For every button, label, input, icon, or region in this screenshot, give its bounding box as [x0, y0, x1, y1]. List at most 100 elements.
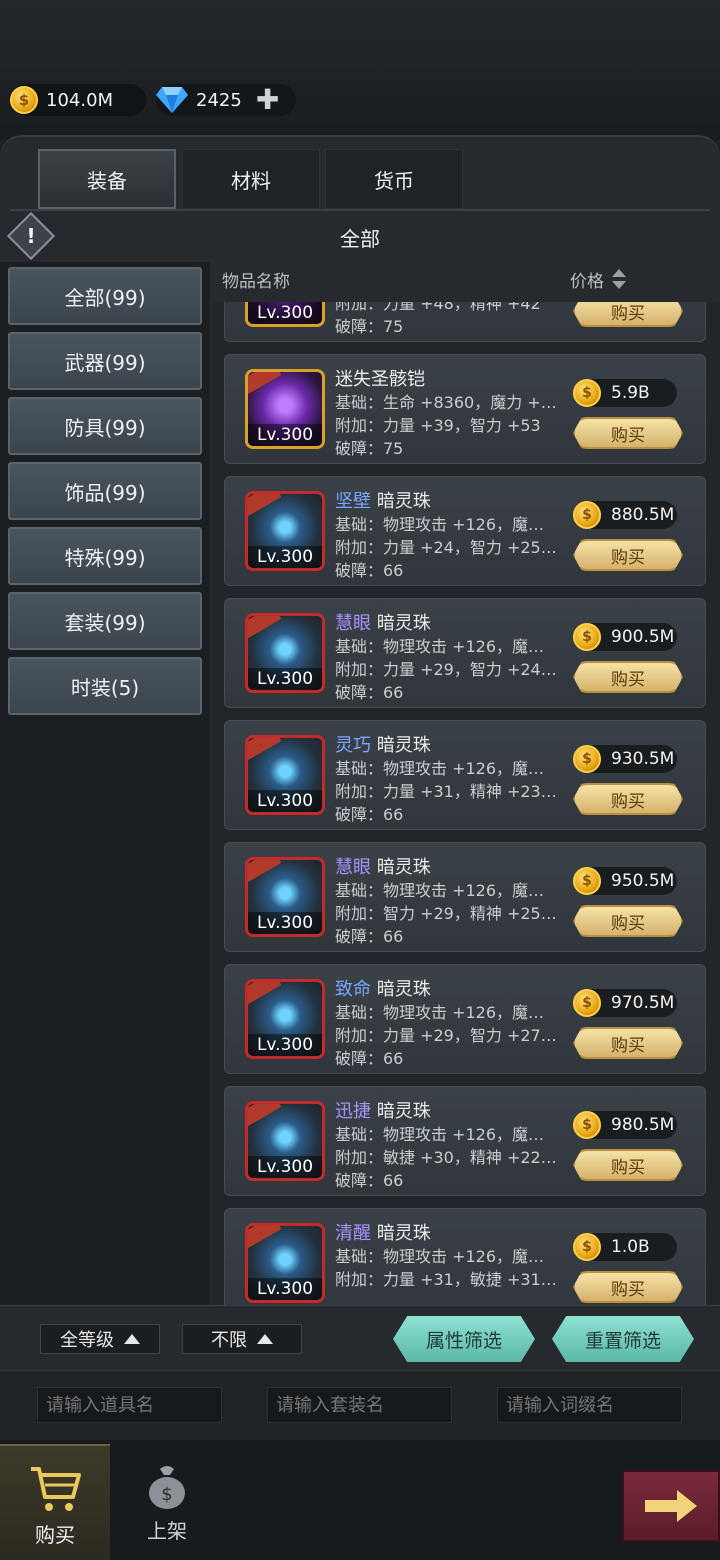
item-break: 破障：75 — [335, 317, 404, 336]
tab-equipment[interactable]: 装备 — [38, 149, 176, 209]
list-item[interactable]: Lv.300 清醒 暗灵珠 基础：物理攻击 +126，魔… 附加：力量 +31，… — [224, 1208, 706, 1307]
category-accessories[interactable]: 饰品(99) — [8, 462, 202, 520]
item-break: 破障：66 — [335, 1049, 404, 1068]
buy-button[interactable]: 购买 — [573, 905, 683, 937]
item-icon: Lv.300 — [245, 613, 325, 693]
list-item[interactable]: Lv.300 坚壁 暗灵珠 基础：物理攻击 +126，魔… 附加：力量 +24，… — [224, 476, 706, 586]
item-extra-stats: 附加：力量 +29，智力 +27… — [335, 1026, 557, 1045]
category-weapons[interactable]: 武器(99) — [8, 332, 202, 390]
item-break: 破障：66 — [335, 561, 404, 580]
item-level: Lv.300 — [248, 1156, 322, 1178]
category-armor[interactable]: 防具(99) — [8, 397, 202, 455]
bottom-nav: 购买 $ 上架 — [0, 1440, 720, 1560]
item-base-stats: 基础：物理攻击 +126，魔… — [335, 515, 545, 534]
shopping-cart-icon — [31, 1466, 81, 1511]
gold-coin-icon: $ — [573, 623, 601, 651]
gold-amount: 104.0M — [46, 89, 114, 111]
item-list[interactable]: Lv.300 附加：力量 +48，精神 +42 破障：75 购买 Lv.300 … — [212, 302, 720, 1307]
item-price: $970.5M — [573, 989, 677, 1017]
sort-icon[interactable] — [612, 269, 626, 289]
item-price: $5.9B — [573, 379, 677, 407]
level-dropdown[interactable]: 全等级 — [40, 1324, 160, 1354]
item-icon: Lv.300 — [245, 302, 325, 327]
buy-button[interactable]: 购买 — [573, 539, 683, 571]
item-name: 慧眼 暗灵珠 — [335, 613, 431, 634]
category-fashion[interactable]: 时装(5) — [8, 657, 202, 715]
item-level: Lv.300 — [248, 424, 322, 446]
item-base-stats: 基础：物理攻击 +126，魔… — [335, 637, 545, 656]
svg-text:$: $ — [161, 1484, 172, 1505]
item-base-stats: 基础：物理攻击 +126，魔… — [335, 1003, 545, 1022]
tab-materials[interactable]: 材料 — [182, 149, 320, 209]
buy-button[interactable]: 购买 — [573, 1027, 683, 1059]
item-break: 破障：66 — [335, 805, 404, 824]
item-level: Lv.300 — [248, 1278, 322, 1300]
list-item[interactable]: Lv.300 慧眼 暗灵珠 基础：物理攻击 +126，魔… 附加：智力 +29，… — [224, 842, 706, 952]
gold-coin-icon: $ — [573, 745, 601, 773]
buy-button[interactable]: 购买 — [573, 1149, 683, 1181]
item-icon: Lv.300 — [245, 491, 325, 571]
item-break: 破障：75 — [335, 439, 404, 458]
limit-dropdown[interactable]: 不限 — [182, 1324, 302, 1354]
buy-button[interactable]: 购买 — [573, 1271, 683, 1303]
item-break: 破障：66 — [335, 683, 404, 702]
filter-bar: 全等级 不限 属性筛选 重置筛选 — [0, 1305, 720, 1370]
attribute-filter-button[interactable]: 属性筛选 — [393, 1316, 535, 1362]
gold-coin-icon: $ — [10, 86, 38, 114]
item-icon: Lv.300 — [245, 979, 325, 1059]
top-bar — [0, 0, 720, 140]
item-name-input[interactable] — [37, 1387, 222, 1423]
chevron-up-icon — [257, 1334, 273, 1344]
item-price: $930.5M — [573, 745, 677, 773]
list-item[interactable]: Lv.300 附加：力量 +48，精神 +42 破障：75 购买 — [224, 302, 706, 342]
item-price: $1.0B — [573, 1233, 677, 1261]
list-header: 物品名称 价格 — [212, 259, 720, 299]
item-icon: Lv.300 — [245, 369, 325, 449]
add-gems-icon[interactable]: ✚ — [256, 86, 279, 114]
buy-button[interactable]: 购买 — [573, 302, 683, 327]
item-break: 破障：66 — [335, 1171, 404, 1190]
gem-balance: 2425 ✚ — [156, 84, 296, 116]
item-icon: Lv.300 — [245, 1101, 325, 1181]
item-extra-stats: 附加：力量 +31，敏捷 +31… — [335, 1270, 557, 1289]
nav-sell[interactable]: $ 上架 — [112, 1444, 222, 1560]
list-item[interactable]: Lv.300 慧眼 暗灵珠 基础：物理攻击 +126，魔… 附加：力量 +29，… — [224, 598, 706, 708]
item-base-stats: 基础：物理攻击 +126，魔… — [335, 759, 545, 778]
item-level: Lv.300 — [248, 302, 322, 324]
reset-filter-button[interactable]: 重置筛选 — [552, 1316, 694, 1362]
list-item[interactable]: Lv.300 迷失圣骸铠 基础：生命 +8360，魔力 +… 附加：力量 +39… — [224, 354, 706, 464]
nav-sell-label: 上架 — [147, 1518, 187, 1543]
nav-buy-label: 购买 — [35, 1522, 75, 1547]
tab-currency[interactable]: 货币 — [325, 149, 463, 209]
list-item[interactable]: Lv.300 迅捷 暗灵珠 基础：物理攻击 +126，魔… 附加：敏捷 +30，… — [224, 1086, 706, 1196]
item-price: $880.5M — [573, 501, 677, 529]
item-extra-stats: 附加：力量 +24，智力 +25… — [335, 538, 557, 557]
category-special[interactable]: 特殊(99) — [8, 527, 202, 585]
buy-button[interactable]: 购买 — [573, 783, 683, 815]
nav-buy[interactable]: 购买 — [0, 1444, 110, 1560]
chevron-up-icon — [124, 1334, 140, 1344]
item-level: Lv.300 — [248, 912, 322, 934]
set-name-input[interactable] — [267, 1387, 452, 1423]
item-name: 迷失圣骸铠 — [335, 369, 425, 390]
category-all[interactable]: 全部(99) — [8, 267, 202, 325]
list-item[interactable]: Lv.300 致命 暗灵珠 基础：物理攻击 +126，魔… 附加：力量 +29，… — [224, 964, 706, 1074]
item-base-stats: 基础：物理攻击 +126，魔… — [335, 1125, 545, 1144]
affix-name-input[interactable] — [497, 1387, 682, 1423]
item-icon: Lv.300 — [245, 857, 325, 937]
list-item[interactable]: Lv.300 灵巧 暗灵珠 基础：物理攻击 +126，魔… 附加：力量 +31，… — [224, 720, 706, 830]
header-price[interactable]: 价格 — [570, 267, 604, 292]
back-button[interactable] — [622, 1470, 720, 1542]
category-sets[interactable]: 套装(99) — [8, 592, 202, 650]
item-name: 慧眼 暗灵珠 — [335, 857, 431, 878]
item-level: Lv.300 — [248, 668, 322, 690]
item-base-stats: 基础：生命 +8360，魔力 +… — [335, 393, 557, 412]
gold-coin-icon: $ — [573, 379, 601, 407]
gold-coin-icon: $ — [573, 867, 601, 895]
item-break: 破障：66 — [335, 927, 404, 946]
gold-coin-icon: $ — [573, 501, 601, 529]
buy-button[interactable]: 购买 — [573, 417, 683, 449]
search-bar — [0, 1370, 720, 1440]
item-base-stats: 基础：物理攻击 +126，魔… — [335, 881, 545, 900]
buy-button[interactable]: 购买 — [573, 661, 683, 693]
